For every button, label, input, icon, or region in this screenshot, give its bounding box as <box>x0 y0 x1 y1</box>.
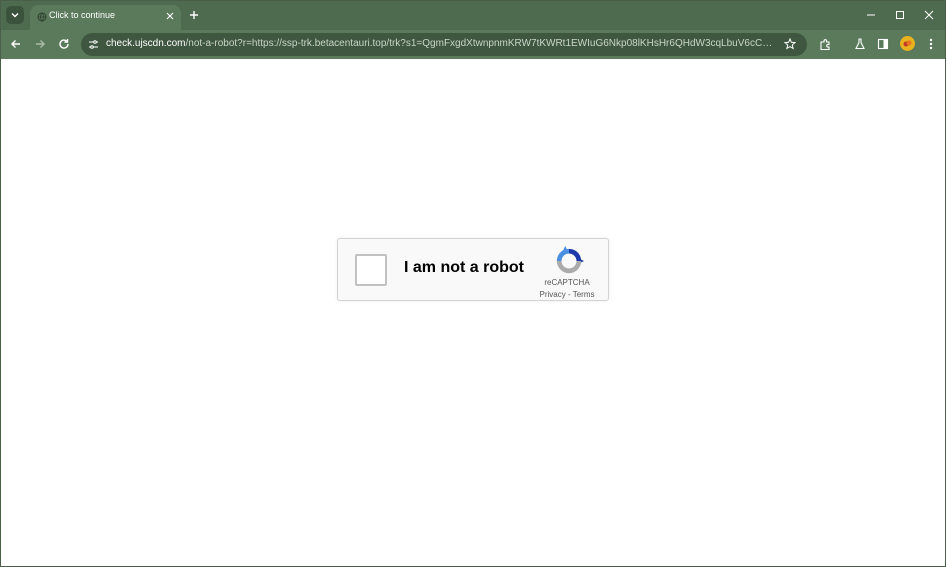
flask-icon <box>855 38 865 50</box>
site-info-icon <box>88 39 98 49</box>
new-tab-button[interactable] <box>186 7 202 23</box>
url-text[interactable]: check.ujscdn.com/not-a-robot?r=https://s… <box>106 38 778 49</box>
address-bar[interactable]: check.ujscdn.com/not-a-robot?r=https://s… <box>81 33 807 56</box>
browser-toolbar: check.ujscdn.com/not-a-robot?r=https://s… <box>1 30 945 59</box>
bookmark-button[interactable] <box>783 37 797 51</box>
terms-link[interactable]: Terms <box>573 290 595 299</box>
captcha-checkbox[interactable] <box>355 254 387 286</box>
globe-icon <box>37 12 47 22</box>
window-close-button[interactable] <box>914 5 944 25</box>
recaptcha-brand: reCAPTCHA <box>544 278 590 287</box>
star-icon <box>784 38 796 50</box>
plus-icon <box>190 11 198 19</box>
forward-button[interactable] <box>31 35 49 53</box>
url-path: /not-a-robot?r=https://ssp-trk.betacenta… <box>185 38 778 49</box>
close-icon <box>924 10 934 20</box>
captcha-label: I am not a robot <box>404 259 524 276</box>
side-panel-button[interactable] <box>874 35 892 53</box>
reload-button[interactable] <box>55 35 73 53</box>
maximize-icon <box>896 11 904 19</box>
tab-active[interactable]: Click to continue <box>30 5 181 30</box>
site-info-button[interactable] <box>86 37 100 51</box>
extensions-button[interactable] <box>816 35 834 53</box>
page-content: I am not a robot reCAPTCHA Privacy - Ter… <box>1 59 945 566</box>
tab-title: Click to continue <box>49 10 116 20</box>
back-button[interactable] <box>7 35 25 53</box>
tab-close-button[interactable] <box>164 10 176 22</box>
kebab-menu-icon <box>929 38 933 50</box>
minimize-icon <box>867 14 875 16</box>
menu-button[interactable] <box>922 35 940 53</box>
profile-avatar[interactable] <box>900 36 915 51</box>
close-icon <box>166 12 174 20</box>
puzzle-icon <box>819 38 830 50</box>
forward-arrow-icon <box>36 40 45 48</box>
minimize-button[interactable] <box>856 5 886 25</box>
labs-button[interactable] <box>851 35 869 53</box>
chevron-down-icon <box>11 13 19 18</box>
recaptcha-links: Privacy - Terms <box>535 290 599 299</box>
links-separator: - <box>565 290 573 299</box>
url-host: check.ujscdn.com <box>106 38 186 49</box>
avatar-icon <box>903 40 912 47</box>
browser-window: Click to continue check.ujscdn.com/not-a… <box>0 0 946 567</box>
tab-search-button[interactable] <box>6 6 24 24</box>
back-arrow-icon <box>11 40 20 48</box>
reload-icon <box>59 39 69 49</box>
privacy-link[interactable]: Privacy <box>540 290 566 299</box>
side-panel-icon <box>877 38 889 50</box>
recaptcha-logo-icon <box>556 246 584 274</box>
recaptcha-widget: I am not a robot reCAPTCHA Privacy - Ter… <box>337 238 609 301</box>
maximize-button[interactable] <box>885 5 915 25</box>
tab-strip: Click to continue <box>1 1 945 30</box>
